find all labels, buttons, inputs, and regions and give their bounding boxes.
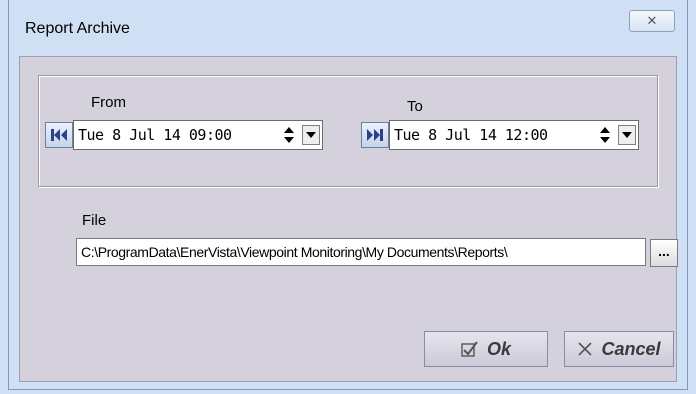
ok-button[interactable]: Ok (424, 331, 548, 367)
date-range-group: From Tue 8 Jul 14 09:00 To Tue 8 Jul 14 … (38, 75, 658, 187)
close-button[interactable]: ✕ (629, 10, 675, 32)
window-title: Report Archive (25, 20, 130, 37)
from-datetime-picker[interactable]: Tue 8 Jul 14 09:00 (73, 120, 323, 150)
from-spin-buttons[interactable] (278, 125, 300, 145)
file-label: File (82, 212, 107, 229)
last-record-button[interactable] (361, 122, 389, 148)
to-spin-buttons[interactable] (594, 125, 616, 145)
skip-to-start-icon (51, 129, 67, 141)
spin-up-icon[interactable] (278, 125, 300, 135)
file-path-value: C:\ProgramData\EnerVista\Viewpoint Monit… (81, 244, 508, 260)
skip-to-end-icon (367, 129, 383, 141)
report-archive-dialog: Report Archive ✕ From Tue 8 Jul 14 09:00 (8, 0, 688, 390)
to-label: To (407, 98, 423, 115)
browse-button[interactable]: ... (650, 239, 678, 267)
to-datetime-picker[interactable]: Tue 8 Jul 14 12:00 (389, 120, 639, 150)
to-dropdown-button[interactable] (618, 125, 636, 145)
cancel-label: Cancel (601, 338, 661, 359)
cancel-button[interactable]: Cancel (564, 331, 674, 367)
dialog-body: From Tue 8 Jul 14 09:00 To Tue 8 Jul 14 … (19, 56, 678, 382)
spin-down-icon[interactable] (278, 135, 300, 145)
from-label: From (91, 94, 126, 111)
from-dropdown-button[interactable] (302, 125, 320, 145)
spin-down-icon[interactable] (594, 135, 616, 145)
from-datetime-value: Tue 8 Jul 14 09:00 (78, 126, 232, 144)
file-path-input[interactable]: C:\ProgramData\EnerVista\Viewpoint Monit… (76, 238, 646, 266)
checkbox-check-icon (461, 341, 478, 357)
chevron-down-icon (622, 132, 632, 138)
chevron-down-icon (306, 132, 316, 138)
first-record-button[interactable] (45, 122, 73, 148)
ok-label: Ok (486, 338, 511, 359)
spin-up-icon[interactable] (594, 125, 616, 135)
to-datetime-value: Tue 8 Jul 14 12:00 (394, 126, 548, 144)
x-icon (578, 342, 593, 356)
title-bar: Report Archive ✕ (9, 0, 689, 56)
close-icon: ✕ (646, 13, 658, 28)
